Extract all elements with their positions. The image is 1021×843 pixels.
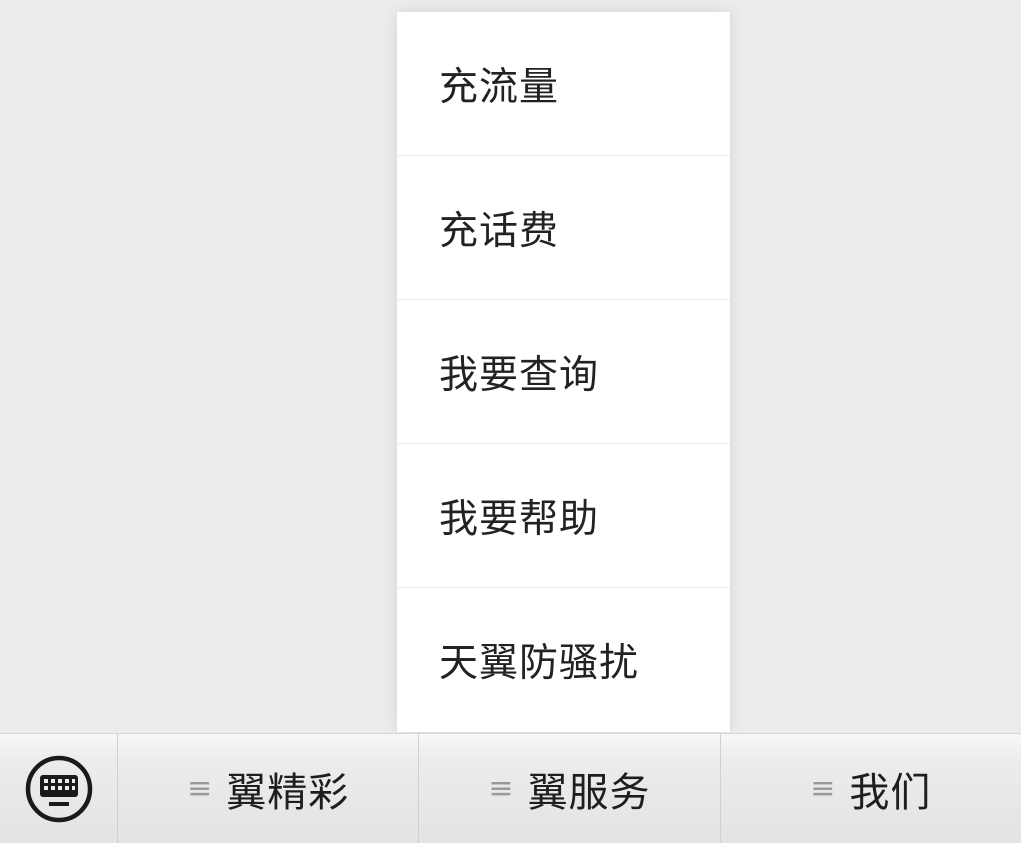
keyboard-toggle-button[interactable] — [0, 734, 118, 843]
menu-item-recharge-credit[interactable]: 充话费 — [397, 156, 730, 300]
menu-item-query[interactable]: 我要查询 — [397, 300, 730, 444]
menu-icon: ≡ — [810, 770, 836, 806]
menu-item-label: 充话费 — [439, 208, 560, 254]
tab-label: 我们 — [849, 769, 932, 816]
menu-item-label: 我要帮助 — [439, 496, 600, 542]
bottom-menu-bar: ≡ 翼精彩 ≡ 翼服务 ≡ 我们 — [0, 733, 1021, 843]
tab-yi-fuwu[interactable]: ≡ 翼服务 — [419, 734, 721, 843]
menu-item-recharge-data[interactable]: 充流量 — [397, 12, 730, 156]
menu-item-label: 天翼防骚扰 — [439, 641, 640, 686]
popup-menu: 充流量 充话费 我要查询 我要帮助 天翼防骚扰 — [397, 12, 730, 732]
menu-item-label: 我要查询 — [439, 352, 600, 398]
tab-label: 翼精彩 — [226, 769, 350, 816]
tab-women[interactable]: ≡ 我们 — [721, 734, 1021, 843]
menu-icon: ≡ — [488, 770, 514, 806]
menu-item-anti-harassment[interactable]: 天翼防骚扰 — [397, 588, 730, 732]
menu-item-help[interactable]: 我要帮助 — [397, 444, 730, 588]
menu-item-label: 充流量 — [439, 64, 560, 110]
tab-yi-jingcai[interactable]: ≡ 翼精彩 — [118, 734, 420, 843]
keyboard-icon — [25, 755, 92, 822]
menu-icon: ≡ — [187, 770, 213, 806]
tab-label: 翼服务 — [527, 769, 651, 816]
